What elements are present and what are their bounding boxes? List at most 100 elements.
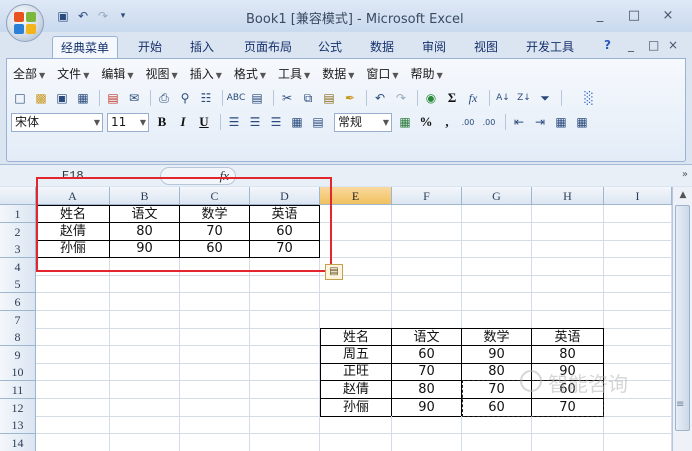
cell-a8[interactable] [36, 328, 110, 347]
cell-d4[interactable] [250, 257, 320, 276]
cell-a11[interactable] [36, 381, 110, 399]
cell-a9[interactable] [36, 345, 110, 364]
ribbon-restore-button[interactable]: □ [648, 38, 659, 52]
cell-g6[interactable] [462, 293, 532, 311]
underline-button[interactable]: U [195, 113, 213, 131]
menu-data[interactable]: 数据 ▼ [322, 65, 354, 85]
email-icon[interactable]: ✉ [125, 89, 143, 107]
row-header-11[interactable]: 11 [0, 381, 36, 399]
insert-function-icon[interactable]: fx [160, 167, 236, 185]
cell-g5[interactable] [462, 275, 532, 294]
cell-h2[interactable] [532, 222, 604, 241]
tab-insert[interactable]: 插入 [182, 36, 222, 58]
cell-f10[interactable]: 70 [392, 363, 462, 382]
minimize-button[interactable]: _ [586, 6, 614, 26]
cell-g4[interactable] [462, 257, 532, 276]
cell-f13[interactable] [392, 416, 462, 435]
paste-icon[interactable]: ▤ [320, 89, 338, 107]
decrease-indent-icon[interactable]: ⇤ [510, 113, 528, 131]
cell-a13[interactable] [36, 416, 110, 435]
cell-d8[interactable] [250, 328, 320, 347]
borders-icon[interactable]: ▦ [552, 113, 570, 131]
permission-icon[interactable]: ▦ [74, 89, 92, 107]
column-header-d[interactable]: D [250, 187, 320, 205]
cell-a3[interactable]: 孙俪 [36, 240, 110, 259]
cell-f4[interactable] [392, 257, 462, 276]
cell-i12[interactable] [604, 398, 672, 417]
cell-b12[interactable] [110, 398, 180, 417]
cell-h6[interactable] [532, 293, 604, 311]
column-header-e[interactable]: E [320, 187, 392, 205]
cell-c5[interactable] [180, 275, 250, 294]
cell-d12[interactable] [250, 398, 320, 417]
cell-b4[interactable] [110, 257, 180, 276]
select-all-corner[interactable] [0, 187, 36, 205]
format-painter-icon[interactable]: ✒ [341, 89, 359, 107]
row-header-7[interactable]: 7 [0, 310, 36, 329]
office-button[interactable] [6, 4, 44, 42]
currency-icon[interactable]: ▦ [396, 113, 414, 131]
cell-a10[interactable] [36, 363, 110, 382]
cell-e9[interactable]: 周五 [320, 345, 392, 364]
cell-g13[interactable] [462, 416, 532, 435]
cell-g3[interactable] [462, 240, 532, 259]
scroll-up-icon[interactable]: ▲ [675, 187, 691, 203]
cell-d10[interactable] [250, 363, 320, 382]
tab-classic-menu[interactable]: 经典菜单 [52, 36, 118, 58]
font-size-select[interactable]: 11 ▼ [107, 112, 149, 132]
cell-b14[interactable] [110, 433, 180, 451]
print-icon[interactable]: ⎙ [155, 89, 173, 107]
cell-b9[interactable] [110, 345, 180, 364]
cell-g14[interactable] [462, 433, 532, 451]
cell-b8[interactable] [110, 328, 180, 347]
cell-c10[interactable] [180, 363, 250, 382]
italic-button[interactable]: I [174, 113, 192, 131]
cell-e12[interactable]: 孙俪 [320, 398, 392, 417]
customize-icon[interactable]: ▾ [114, 7, 132, 25]
cell-g1[interactable] [462, 205, 532, 223]
cell-c3[interactable]: 60 [180, 240, 250, 259]
print-preview-icon[interactable]: ⚲ [176, 89, 194, 107]
menu-view[interactable]: 视图 ▼ [146, 65, 178, 85]
research-book-icon[interactable]: ▤ [248, 89, 266, 107]
cell-b11[interactable] [110, 381, 180, 399]
cell-i9[interactable] [604, 345, 672, 364]
wrap-text-icon[interactable]: ▤ [309, 113, 327, 131]
percent-button[interactable]: % [417, 113, 435, 131]
row-header-8[interactable]: 8 [0, 328, 36, 347]
cell-i6[interactable] [604, 293, 672, 311]
cell-a1[interactable]: 姓名 [36, 205, 110, 223]
cell-h4[interactable] [532, 257, 604, 276]
cell-c11[interactable] [180, 381, 250, 399]
cell-d3[interactable]: 70 [250, 240, 320, 259]
cell-h8[interactable]: 英语 [532, 328, 604, 347]
increase-indent-icon[interactable]: ⇥ [531, 113, 549, 131]
cell-a12[interactable] [36, 398, 110, 417]
cell-i2[interactable] [604, 222, 672, 241]
cell-g9[interactable]: 90 [462, 345, 532, 364]
maximize-button[interactable]: □ [620, 6, 648, 26]
cell-f14[interactable] [392, 433, 462, 451]
cell-i1[interactable] [604, 205, 672, 223]
increase-decimal-button[interactable]: .00 [459, 113, 477, 131]
redo-icon[interactable]: ↷ [94, 7, 112, 25]
cell-a14[interactable] [36, 433, 110, 451]
name-box[interactable]: E18 [34, 168, 154, 185]
help-icon[interactable]: ? [604, 38, 611, 52]
cell-g2[interactable] [462, 222, 532, 241]
cell-d5[interactable] [250, 275, 320, 294]
cell-d7[interactable] [250, 310, 320, 329]
row-header-1[interactable]: 1 [0, 205, 36, 223]
cell-h5[interactable] [532, 275, 604, 294]
cell-e6[interactable] [320, 293, 392, 311]
save-icon[interactable]: ▣ [53, 89, 71, 107]
cell-i13[interactable] [604, 416, 672, 435]
cell-e8[interactable]: 姓名 [320, 328, 392, 347]
cell-d11[interactable] [250, 381, 320, 399]
menu-tools[interactable]: 工具 ▼ [278, 65, 310, 85]
align-center-icon[interactable]: ☰ [246, 113, 264, 131]
menu-help[interactable]: 帮助 ▼ [411, 65, 443, 85]
close-button[interactable]: × [654, 6, 682, 26]
bold-button[interactable]: B [153, 113, 171, 131]
hyperlink-icon[interactable]: ◉ [422, 89, 440, 107]
